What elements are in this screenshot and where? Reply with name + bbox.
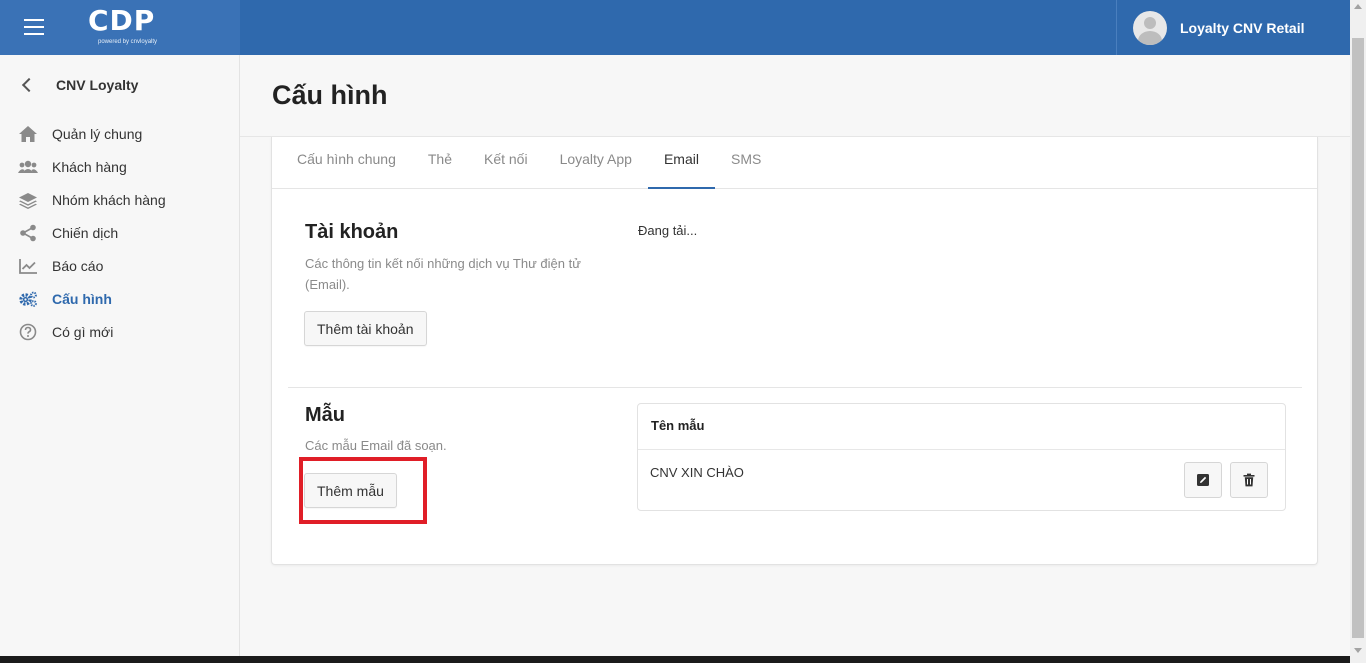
template-section-title: Mẫu bbox=[305, 404, 345, 426]
logo-subtitle: powered by cnvloyalty bbox=[98, 39, 158, 45]
template-table: Tên mẫu CNV XIN CHÀO bbox=[637, 403, 1286, 511]
tab-loyalty-app[interactable]: Loyalty App bbox=[544, 137, 648, 189]
template-section-description: Các mẫu Email đã soạn. bbox=[305, 438, 447, 453]
account-section-description: Các thông tin kết nối những dịch vụ Thư … bbox=[305, 256, 581, 292]
vertical-scrollbar[interactable] bbox=[1350, 0, 1366, 663]
section-divider bbox=[288, 387, 1302, 388]
sidebar-item-cau-hinh[interactable]: Cấu hình bbox=[0, 282, 239, 315]
gears-icon bbox=[17, 290, 39, 308]
sidebar: CNV Loyalty Quản lý chung Khách hàng Nhó… bbox=[0, 55, 240, 656]
user-name: Loyalty CNV Retail bbox=[1180, 19, 1305, 36]
question-icon bbox=[17, 323, 39, 341]
tab-the[interactable]: Thẻ bbox=[412, 137, 468, 189]
account-section-title: Tài khoản bbox=[305, 221, 399, 243]
template-name-cell: CNV XIN CHÀO bbox=[650, 465, 744, 480]
scroll-down-arrow-icon[interactable] bbox=[1354, 648, 1362, 653]
tab-email[interactable]: Email bbox=[647, 137, 715, 189]
app-logo[interactable]: CDP powered by cnvloyalty bbox=[88, 4, 158, 46]
edit-icon bbox=[1197, 474, 1209, 486]
tab-ket-noi[interactable]: Kết nối bbox=[468, 137, 544, 189]
share-icon bbox=[17, 224, 39, 242]
sidebar-back-button[interactable]: CNV Loyalty bbox=[18, 77, 138, 93]
sidebar-item-bao-cao[interactable]: Báo cáo bbox=[0, 249, 239, 282]
home-icon bbox=[17, 125, 39, 143]
layers-icon bbox=[17, 191, 39, 209]
sidebar-item-label: Quản lý chung bbox=[52, 125, 143, 142]
bottom-strip bbox=[0, 656, 1350, 663]
trash-icon bbox=[1243, 473, 1255, 487]
sidebar-item-label: Báo cáo bbox=[52, 257, 104, 274]
sidebar-item-label: Cấu hình bbox=[52, 290, 112, 307]
delete-template-button[interactable] bbox=[1230, 462, 1268, 498]
scroll-thumb[interactable] bbox=[1352, 38, 1364, 638]
brand-area: CDP powered by cnvloyalty bbox=[0, 0, 240, 55]
highlight-box bbox=[299, 457, 427, 524]
tab-cau-hinh-chung[interactable]: Cấu hình chung bbox=[281, 137, 412, 189]
hamburger-menu-icon[interactable] bbox=[24, 19, 44, 35]
chart-icon bbox=[17, 257, 39, 275]
tab-sms[interactable]: SMS bbox=[715, 137, 777, 189]
edit-template-button[interactable] bbox=[1184, 462, 1222, 498]
top-bar: CDP powered by cnvloyalty Loyalty CNV Re… bbox=[0, 0, 1350, 55]
sidebar-item-chien-dich[interactable]: Chiến dịch bbox=[0, 216, 239, 249]
sidebar-back-label: CNV Loyalty bbox=[56, 77, 139, 93]
logo-text: CDP bbox=[88, 4, 156, 37]
config-card: Cấu hình chung Thẻ Kết nối Loyalty App E… bbox=[271, 137, 1318, 565]
table-row: CNV XIN CHÀO bbox=[638, 450, 1285, 510]
sidebar-item-label: Nhóm khách hàng bbox=[52, 191, 166, 208]
add-account-button[interactable]: Thêm tài khoản bbox=[304, 311, 427, 346]
sidebar-item-nhom-khach-hang[interactable]: Nhóm khách hàng bbox=[0, 183, 239, 216]
loading-text: Đang tải... bbox=[638, 223, 698, 238]
table-header-name: Tên mẫu bbox=[638, 404, 1285, 450]
sidebar-item-quan-ly-chung[interactable]: Quản lý chung bbox=[0, 117, 239, 150]
sidebar-item-label: Có gì mới bbox=[52, 323, 114, 340]
sidebar-item-label: Khách hàng bbox=[52, 158, 127, 175]
users-icon bbox=[17, 158, 39, 176]
tab-bar: Cấu hình chung Thẻ Kết nối Loyalty App E… bbox=[272, 137, 1317, 189]
sidebar-item-label: Chiến dịch bbox=[52, 224, 119, 241]
page-title: Cấu hình bbox=[272, 80, 388, 110]
avatar-icon bbox=[1133, 10, 1167, 45]
sidebar-menu: Quản lý chung Khách hàng Nhóm khách hàng… bbox=[0, 117, 239, 348]
scroll-up-arrow-icon[interactable] bbox=[1354, 4, 1362, 9]
sidebar-item-co-gi-moi[interactable]: Có gì mới bbox=[0, 315, 239, 348]
user-menu[interactable]: Loyalty CNV Retail bbox=[1116, 0, 1350, 55]
chevron-left-icon bbox=[21, 77, 37, 93]
sidebar-item-khach-hang[interactable]: Khách hàng bbox=[0, 150, 239, 183]
